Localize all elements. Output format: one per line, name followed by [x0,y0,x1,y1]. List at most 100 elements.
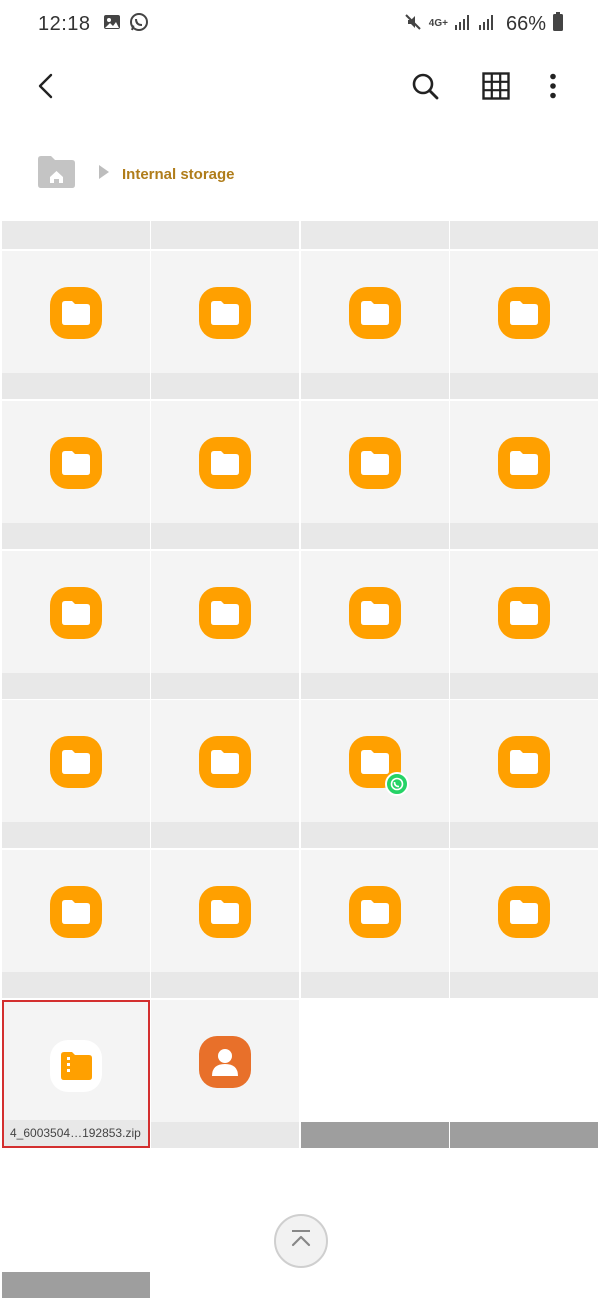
breadcrumb: Internal storage [36,154,235,194]
item-label-strip [151,1122,299,1148]
grid-cell-partial [151,221,299,249]
folder-icon [199,587,251,639]
status-left-icons [103,12,149,37]
folder-item[interactable] [2,401,150,549]
file-manager-screen: 12:18 4G+ 66% Internal storage 4_6003504… [0,0,600,1300]
folder-item[interactable] [450,700,598,848]
folder-icon [199,437,251,489]
toolbar [0,56,600,120]
back-button[interactable] [24,66,68,110]
contact-file-item[interactable] [151,1000,299,1148]
item-label-strip [2,972,150,998]
folder-item[interactable] [2,251,150,399]
folder-item[interactable] [450,401,598,549]
folder-icon [498,736,550,788]
search-button[interactable] [403,66,447,110]
folder-icon [199,287,251,339]
file-name-label: 4_6003504…192853.zip [10,1126,141,1140]
folder-item[interactable] [450,850,598,998]
folder-item[interactable] [151,401,299,549]
folder-icon [50,287,102,339]
item-label-strip [450,1122,598,1148]
folder-icon [50,437,102,489]
folder-icon [50,886,102,938]
signal-icon [454,13,472,36]
folder-item[interactable] [450,251,598,399]
folder-icon [349,437,401,489]
folder-item[interactable] [2,551,150,699]
item-label-strip [151,822,299,848]
item-label-strip [301,822,449,848]
folder-icon [199,886,251,938]
battery-icon [552,11,564,37]
folder-icon [349,587,401,639]
item-label-strip [2,373,150,399]
search-icon [411,72,439,105]
grid-view-icon [482,71,510,105]
folder-item[interactable] [301,401,449,549]
folder-item[interactable] [151,850,299,998]
folder-item[interactable] [301,551,449,699]
folder-item[interactable] [301,850,449,998]
status-time: 12:18 [38,12,91,35]
folder-item[interactable] [301,251,449,399]
grid-cell-partial [450,221,598,249]
item-label-strip [301,373,449,399]
image-thumbnail-item[interactable] [450,1000,598,1148]
folder-icon [349,886,401,938]
whatsapp-icon [129,12,149,37]
folder-item[interactable] [301,700,449,848]
item-label-strip [151,972,299,998]
whatsapp-badge-icon [385,772,409,796]
folder-icon [498,437,550,489]
zip-file-item-selected[interactable]: 4_6003504…192853.zip [2,1000,150,1148]
item-label-strip [301,523,449,549]
grid-cell-partial [301,221,449,249]
scroll-to-top-button[interactable] [274,1214,328,1268]
breadcrumb-current[interactable]: Internal storage [122,166,235,183]
folder-icon [50,587,102,639]
mute-icon [403,12,423,37]
home-folder-icon[interactable] [36,155,76,194]
folder-icon [498,886,550,938]
folder-icon [199,736,251,788]
item-label-strip [151,523,299,549]
back-arrow-icon [35,73,57,104]
folder-item[interactable] [151,700,299,848]
folder-icon [349,287,401,339]
item-label-strip [450,822,598,848]
folder-icon [50,736,102,788]
item-label-strip [301,1122,449,1148]
folder-item[interactable] [450,551,598,699]
item-label-strip [301,673,449,699]
item-label-strip [2,822,150,848]
grid-cell-partial [2,221,150,249]
folder-item[interactable] [151,251,299,399]
item-label-strip [2,523,150,549]
item-label-strip [450,673,598,699]
item-label-strip [151,373,299,399]
folder-icon [349,736,409,796]
folder-item[interactable] [151,551,299,699]
item-label-strip [151,673,299,699]
contact-icon [199,1036,251,1088]
image-thumbnail-item[interactable] [301,1000,449,1148]
item-label-strip [450,523,598,549]
grid-view-button[interactable] [474,66,518,110]
item-label-strip [301,972,449,998]
more-vert-icon [549,73,557,104]
gallery-icon [103,14,121,35]
scroll-to-top-icon [289,1229,313,1254]
item-label-strip [2,1272,150,1298]
folder-item[interactable] [2,700,150,848]
image-thumbnail-item[interactable] [2,1150,150,1298]
more-options-button[interactable] [531,66,575,110]
folder-item[interactable] [2,850,150,998]
breadcrumb-arrow-icon [98,164,110,185]
network-type: 4G+ [428,18,448,29]
item-label-strip [450,972,598,998]
signal-icon [478,13,496,36]
item-label-strip [450,373,598,399]
item-label-strip [2,673,150,699]
folder-icon [498,587,550,639]
